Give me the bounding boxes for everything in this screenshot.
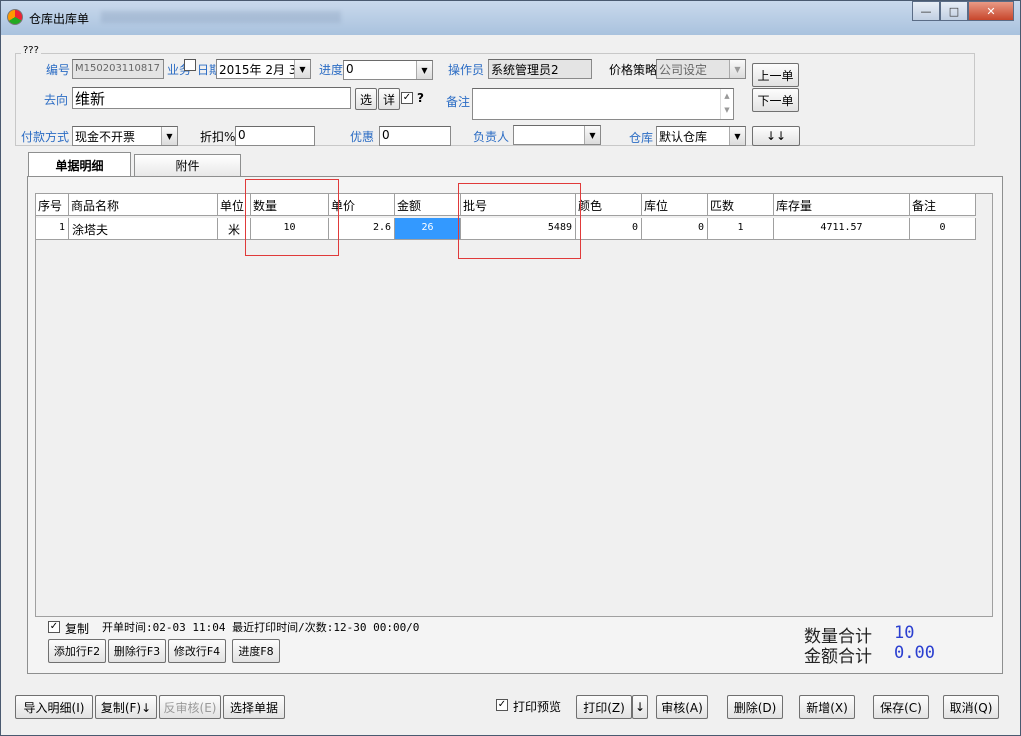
maximize-icon: □ — [948, 4, 960, 18]
jindu-label: 进度 — [319, 63, 344, 77]
col-pieces[interactable]: 匹数 — [708, 194, 774, 216]
window-title: 仓库出库单 — [29, 12, 90, 26]
copy-checkbox[interactable]: ✓ — [48, 621, 60, 633]
warehouse-combo[interactable]: 默认仓库 ▼ — [656, 126, 746, 146]
quxiang-label: 去向 — [44, 93, 69, 107]
print-preview-checkbox[interactable]: ✓ — [496, 699, 508, 711]
jindu-combo[interactable]: 0 ▼ — [343, 60, 433, 80]
col-name[interactable]: 商品名称 — [69, 194, 218, 216]
highlight-qty-box — [245, 179, 339, 256]
audit-button[interactable]: 审核(A) — [656, 695, 708, 719]
save-button[interactable]: 保存(C) — [873, 695, 929, 719]
question-mark: ? — [417, 91, 424, 105]
close-button[interactable]: ✕ — [968, 1, 1014, 21]
youhui-label: 优惠 — [350, 130, 375, 144]
import-detail-button[interactable]: 导入明细(I) — [15, 695, 93, 719]
date-value: 2015年 2月 3 — [219, 63, 297, 77]
cell-name[interactable]: 涂塔夫 — [69, 218, 218, 240]
copy-checkbox-label: 复制 — [65, 622, 90, 636]
group-title: ??? — [21, 45, 41, 56]
date-picker[interactable]: 2015年 2月 3 ▼ — [216, 59, 311, 79]
cancel-button[interactable]: 取消(Q) — [943, 695, 999, 719]
tab-attachment[interactable]: 附件 — [134, 154, 241, 176]
close-icon: ✕ — [986, 4, 996, 18]
caozuoyuan-label: 操作员 — [448, 63, 485, 77]
destination-input[interactable]: 维新 — [72, 87, 351, 109]
chevron-down-icon[interactable]: ▼ — [729, 127, 745, 145]
cell-color[interactable]: 0 — [576, 218, 642, 240]
copy-button[interactable]: 复制(F)↓ — [95, 695, 157, 719]
beizhu-label: 备注 — [446, 95, 471, 109]
arrows-button[interactable]: ↓↓ — [752, 126, 800, 146]
chevron-down-icon[interactable]: ▼ — [416, 61, 432, 79]
select-button[interactable]: 选 — [355, 88, 377, 110]
remark-textarea[interactable] — [472, 88, 734, 120]
cell-seq[interactable]: 1 — [36, 218, 69, 240]
fukuan-label: 付款方式 — [21, 130, 70, 144]
minimize-icon: — — [920, 4, 932, 18]
detail-button[interactable]: 详 — [378, 88, 400, 110]
select-document-button[interactable]: 选择单据 — [223, 695, 285, 719]
print-dropdown-button[interactable]: ↓ — [632, 695, 648, 719]
cell-amount[interactable]: 26 — [395, 218, 461, 240]
jiage-label: 价格策略 — [609, 63, 658, 77]
print-preview-label: 打印预览 — [513, 700, 562, 714]
qty-total-value: 10 — [894, 623, 915, 643]
next-record-button[interactable]: 下一单 — [752, 88, 799, 112]
delete-button[interactable]: 删除(D) — [727, 695, 783, 719]
new-button[interactable]: 新增(X) — [799, 695, 855, 719]
col-seq[interactable]: 序号 — [36, 194, 69, 216]
app-logo-icon — [7, 9, 23, 25]
unaudit-button[interactable]: 反审核(E) — [159, 695, 221, 719]
payment-method-combo[interactable]: 现金不开票 ▼ — [72, 126, 178, 146]
caption-buttons: — □ ✕ — [912, 1, 1014, 21]
zhekou-label: 折扣% — [200, 130, 236, 144]
tab-detail[interactable]: 单据明细 — [28, 152, 131, 177]
fuzeren-label: 负责人 — [473, 130, 510, 144]
yewu-checkbox[interactable] — [184, 59, 196, 71]
status-text: 开单时间:02-03 11:04 最近打印时间/次数:12-30 00:00/0 — [102, 621, 420, 634]
window: 仓库出库单 — □ ✕ ??? 编号 M150203110817 业务 日期 2… — [0, 0, 1021, 736]
chevron-down-icon[interactable]: ▼ — [584, 126, 600, 144]
operator-field: 系统管理员2 — [488, 59, 592, 79]
bianhao-label: 编号 — [46, 63, 71, 77]
bianhao-input[interactable]: M150203110817 — [72, 59, 164, 79]
col-color[interactable]: 颜色 — [576, 194, 642, 216]
cell-stock[interactable]: 4711.57 — [774, 218, 910, 240]
remark-scrollbar[interactable]: ▲ ▼ — [720, 89, 733, 119]
print-button[interactable]: 打印(Z) — [576, 695, 632, 719]
amount-total-value: 0.00 — [894, 643, 935, 663]
jindu-value: 0 — [346, 62, 354, 76]
preferential-input[interactable]: 0 — [379, 126, 451, 146]
price-strategy-combo[interactable]: 公司设定 ▼ — [656, 59, 746, 79]
discount-input[interactable]: 0 — [235, 126, 315, 146]
progress-button[interactable]: 进度F8 — [232, 639, 280, 663]
amount-total-label: 金额合计 — [804, 647, 872, 667]
responsible-combo[interactable]: ▼ — [513, 125, 601, 145]
chevron-down-icon[interactable]: ▼ — [294, 60, 310, 78]
col-stock[interactable]: 库存量 — [774, 194, 910, 216]
add-row-button[interactable]: 添加行F2 — [48, 639, 106, 663]
col-location[interactable]: 库位 — [642, 194, 708, 216]
payment-method-value: 现金不开票 — [75, 130, 136, 144]
destination-checkbox[interactable]: ✓ — [401, 92, 413, 104]
cangku-label: 仓库 — [629, 131, 654, 145]
minimize-button[interactable]: — — [912, 1, 940, 21]
price-strategy-value: 公司设定 — [659, 63, 708, 77]
delete-row-button[interactable]: 删除行F3 — [108, 639, 166, 663]
cell-remark[interactable]: 0 — [910, 218, 976, 240]
cell-location[interactable]: 0 — [642, 218, 708, 240]
blurred-title-extra — [101, 11, 341, 23]
highlight-batch-box — [458, 183, 581, 259]
title-bar[interactable]: 仓库出库单 — □ ✕ — [1, 1, 1020, 35]
maximize-button[interactable]: □ — [940, 1, 968, 21]
warehouse-value: 默认仓库 — [659, 130, 708, 144]
prev-record-button[interactable]: 上一单 — [752, 63, 799, 87]
edit-row-button[interactable]: 修改行F4 — [168, 639, 226, 663]
chevron-down-icon[interactable]: ▼ — [729, 60, 745, 78]
chevron-down-icon[interactable]: ▼ — [161, 127, 177, 145]
col-remark[interactable]: 备注 — [910, 194, 976, 216]
cell-pieces[interactable]: 1 — [708, 218, 774, 240]
col-amount[interactable]: 金额 — [395, 194, 461, 216]
